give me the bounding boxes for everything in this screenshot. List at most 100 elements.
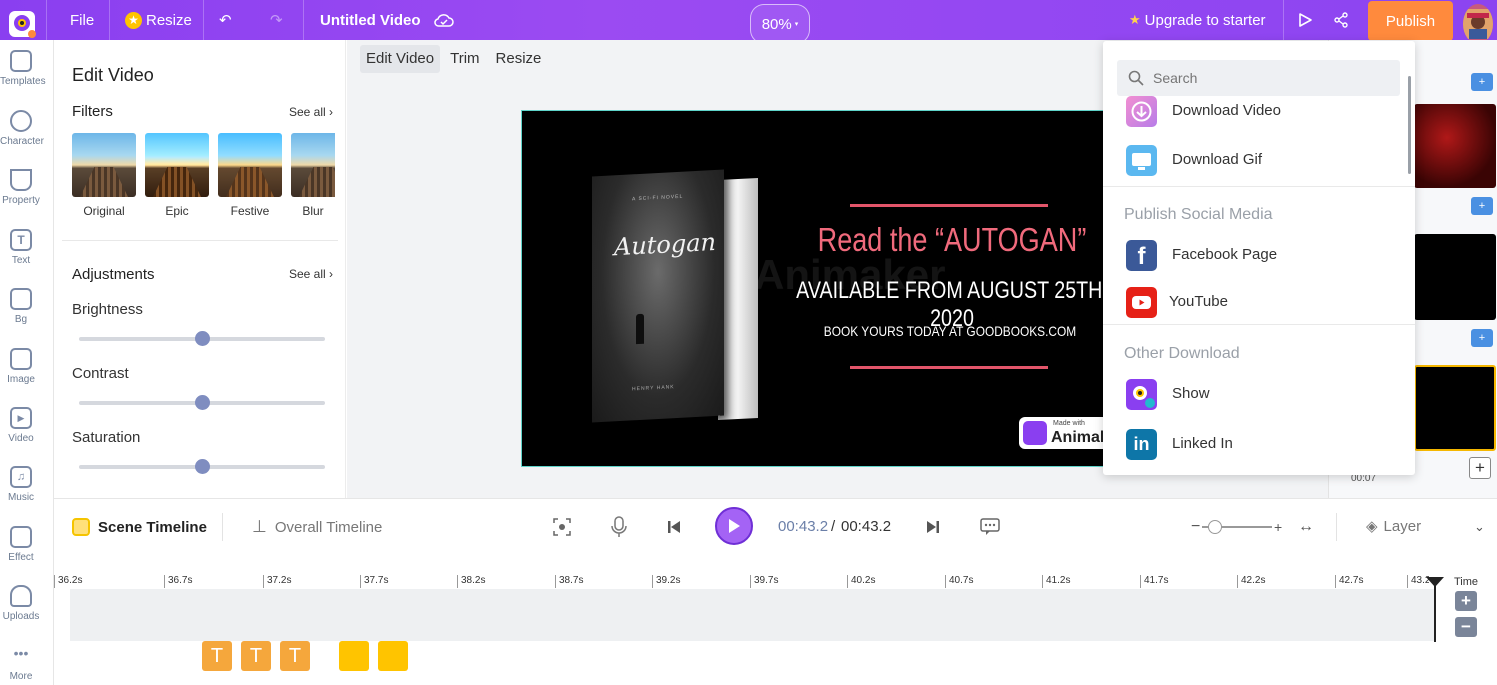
overall-timeline-tab[interactable]: ⊥ Overall Timeline [252,499,382,555]
timeline-zoom-slider[interactable] [1202,520,1272,534]
slider-knob[interactable] [195,331,210,346]
saturation-slider[interactable] [79,459,325,474]
user-avatar[interactable] [1463,4,1493,44]
fit-width-icon[interactable]: ↔ [1298,499,1314,555]
nav-label: More [9,671,33,682]
add-new-scene-button[interactable]: + [1469,457,1491,479]
upgrade-button[interactable]: ★ Upgrade to starter [1129,0,1266,40]
timeline-track[interactable] [70,589,1436,641]
adjustments-see-all[interactable]: See all › [289,267,333,281]
dropdown-search[interactable] [1117,60,1400,96]
filter-epic[interactable]: Epic [145,133,209,218]
tagline-text[interactable]: BOOK YOURS TODAY AT GOODBOOKS.COM [806,323,1095,339]
slider-knob[interactable] [195,459,210,474]
publish-button[interactable]: Publish [1368,1,1453,41]
nav-label: Bg [14,314,28,325]
scene-thumbnail[interactable] [1414,234,1496,320]
nav-more[interactable]: ••• More [0,645,42,682]
scene-timeline-tab[interactable]: Scene Timeline [72,499,207,555]
item-label: Download Video [1172,102,1281,119]
chevron-down-icon: ▾ [794,21,799,28]
top-bar: File ★ Resize ↶ ↷ Untitled Video 80% ▾ ★ U… [0,0,1497,44]
dropdown-scrollbar[interactable] [1408,76,1411,174]
video-stage[interactable]: Animaker A SCI-FI NOVEL Autogan HENRY HA… [521,110,1121,467]
scene-thumbnail[interactable] [1414,104,1496,188]
facebook-page-item[interactable]: f Facebook Page [1126,237,1396,273]
screen-record-icon[interactable] [552,499,572,555]
ruler-tick: 40.7s [945,575,973,588]
redo-icon[interactable]: ↷ [270,0,283,40]
filter-festive[interactable]: Festive [218,133,282,218]
resize-button[interactable]: ★ Resize [125,0,192,40]
microphone-icon[interactable] [610,499,628,555]
nav-property[interactable]: Property [0,169,42,206]
tab-trim[interactable]: Trim [444,45,485,73]
linkedin-item[interactable]: in Linked In [1126,426,1396,462]
contrast-slider[interactable] [79,395,325,410]
zoom-in-icon[interactable]: + [1274,499,1282,555]
left-nav: Templates Character Property T Text Bg Im… [0,40,54,685]
skip-forward-icon[interactable] [925,499,941,555]
nav-bg[interactable]: Bg [0,288,42,325]
play-button[interactable] [715,507,753,545]
subtitle-icon[interactable] [980,499,1000,555]
animaker-logo[interactable] [6,4,38,44]
show-item[interactable]: Show [1126,376,1396,412]
red-divider-line[interactable] [850,366,1048,369]
skip-back-icon[interactable] [666,499,682,555]
red-divider-line[interactable] [850,204,1048,207]
scene-thumbnail-active[interactable] [1414,365,1496,451]
undo-icon[interactable]: ↶ [219,0,232,40]
zoom-value: 80% [761,15,792,33]
preview-play-icon[interactable] [1297,0,1313,40]
layer-button[interactable]: ◈ Layer [1366,517,1421,535]
divider [1103,324,1415,325]
nav-uploads[interactable]: Uploads [0,585,42,622]
tab-resize[interactable]: Resize [490,45,548,73]
file-menu[interactable]: File [70,0,94,40]
nav-image[interactable]: Image [0,348,42,385]
playhead[interactable] [1434,578,1436,642]
nav-music[interactable]: ♫ Music [0,466,42,503]
add-scene-button[interactable]: + [1471,73,1493,91]
chevron-down-icon[interactable]: ⌄ [1474,499,1485,555]
nav-effect[interactable]: Effect [0,526,42,563]
slider-knob[interactable] [195,395,210,410]
timeline-zoom-in-button[interactable]: + [1455,591,1477,611]
search-input[interactable] [1153,66,1383,90]
headline-text[interactable]: Read the “AUTOGAN” [813,221,1092,259]
playhead-handle[interactable] [1426,577,1444,587]
layer-item-shape[interactable] [378,641,408,671]
add-scene-button[interactable]: + [1471,197,1493,215]
filter-original[interactable]: Original [72,133,136,218]
download-gif-item[interactable]: Download Gif [1126,142,1396,178]
nav-video[interactable]: ▶ Video [0,407,42,444]
cloud-save-icon[interactable] [434,0,454,40]
download-video-item[interactable]: Download Video [1126,93,1396,129]
tab-edit-video[interactable]: Edit Video [360,45,441,73]
nav-templates[interactable]: Templates [0,50,46,87]
slider-knob[interactable] [1208,520,1222,534]
see-all-label: See all [288,267,326,281]
layer-item-text[interactable]: T [241,641,271,671]
timeline-zoom-out-button[interactable]: − [1455,617,1477,637]
filters-see-all[interactable]: See all › [289,105,333,119]
zoom-select[interactable]: 80% ▾ [750,4,810,44]
add-scene-button[interactable]: + [1471,329,1493,347]
filter-thumbnail [291,133,335,197]
timeline-ruler[interactable]: 36.2s 36.7s 37.2s 37.7s 38.2s 38.7s 39.2… [54,570,1497,588]
layer-item-shape[interactable] [339,641,369,671]
youtube-item[interactable]: YouTube [1126,284,1396,320]
nav-text[interactable]: T Text [0,229,42,266]
filter-blur[interactable]: Blur [291,133,335,218]
nav-character[interactable]: Character [0,110,44,147]
download-video-icon [1126,96,1157,127]
book-image[interactable]: A SCI-FI NOVEL Autogan HENRY HANK [592,169,760,423]
zoom-out-icon[interactable]: − [1191,499,1200,555]
layer-item-text[interactable]: T [280,641,310,671]
layer-item-text[interactable]: T [202,641,232,671]
share-icon[interactable] [1333,0,1349,40]
book-cover: A SCI-FI NOVEL Autogan HENRY HANK [592,169,724,423]
brightness-slider[interactable] [79,331,325,346]
project-title[interactable]: Untitled Video [320,0,421,40]
